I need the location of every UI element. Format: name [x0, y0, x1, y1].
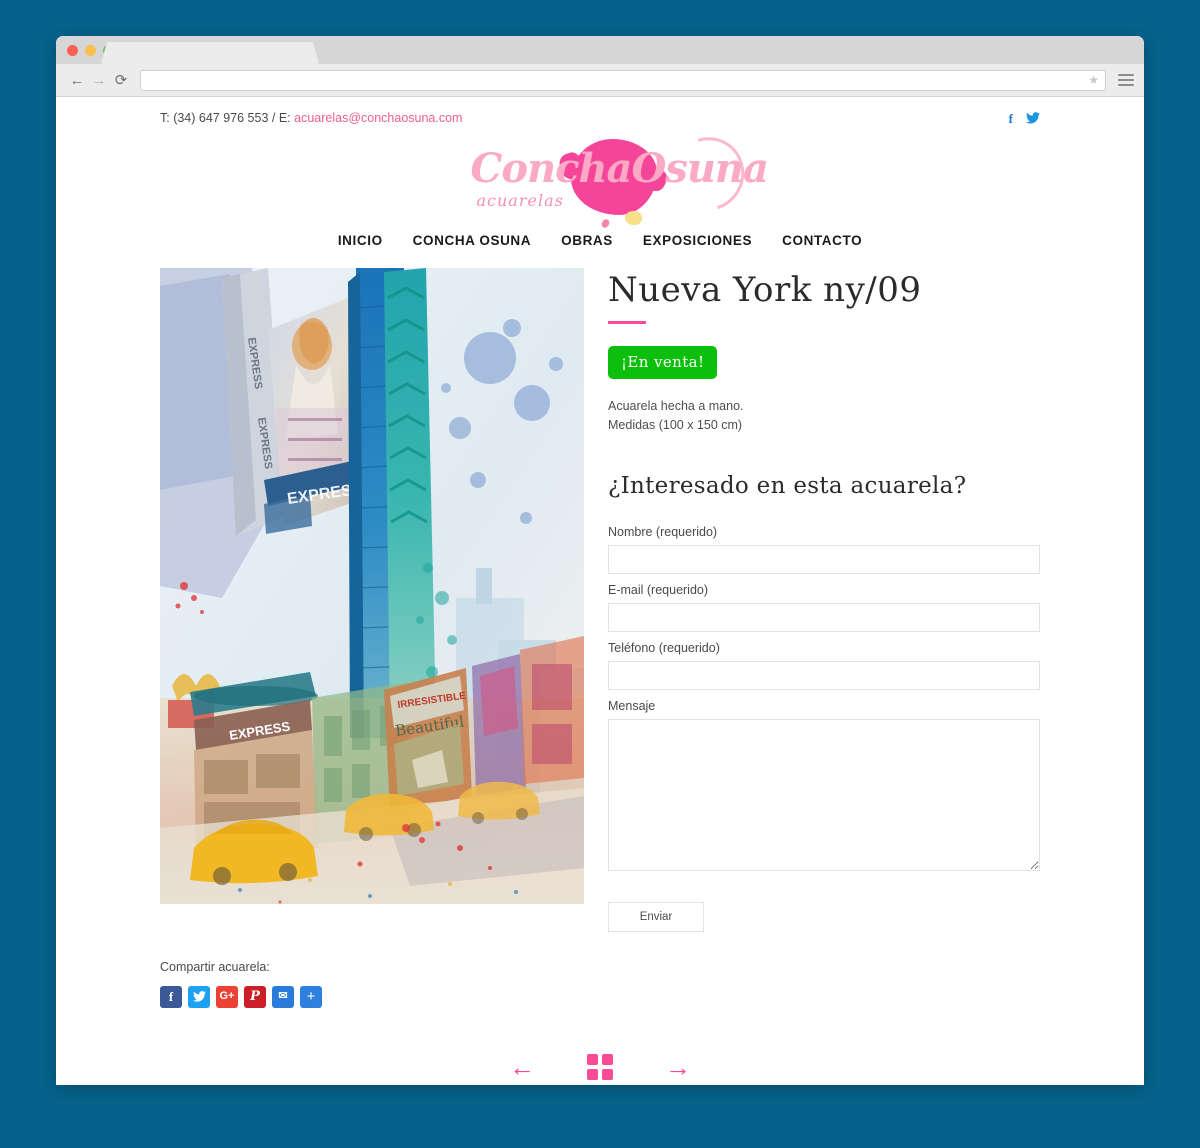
field-email: E-mail (requerido): [608, 583, 1040, 632]
title-underline-accent: [608, 321, 646, 325]
main-navigation[interactable]: INICIO CONCHA OSUNA OBRAS EXPOSICIONES C…: [160, 225, 1040, 268]
share-buttons[interactable]: f G+ P ✉ +: [160, 985, 1040, 1008]
label-nombre: Nombre (requerido): [608, 524, 718, 539]
product-description-line-1: Acuarela hecha a mano.: [608, 399, 744, 414]
product-description: Acuarela hecha a mano. Medidas (100 x 15…: [608, 397, 1040, 435]
minimize-window-button[interactable]: [85, 45, 96, 56]
googleplus-share-icon[interactable]: G+: [216, 985, 238, 1008]
arrow-right-icon[interactable]: →: [665, 1054, 691, 1080]
page-title: Nueva York ny/09: [608, 270, 922, 310]
browser-window: ← → ⟳ ★ T: (34) 647 976 553 / E: acuarel…: [56, 36, 1144, 1085]
artwork-illustration: EXPRESS EXPRESS EXPRESS EXPRESS IRRESIST…: [160, 268, 584, 904]
arrow-left-icon[interactable]: ←: [509, 1054, 535, 1080]
nav-item-concha-osuna[interactable]: CONCHA OSUNA: [413, 233, 531, 248]
more-share-icon[interactable]: +: [300, 985, 322, 1008]
logo-tagline-text: acuarelas: [476, 191, 564, 210]
label-email: E-mail (requerido): [608, 582, 709, 597]
field-telefono: Teléfono (requerido): [608, 641, 1040, 690]
nombre-input[interactable]: [608, 544, 1040, 574]
facebook-share-icon[interactable]: f: [160, 985, 182, 1008]
field-mensaje: Mensaje: [608, 699, 1040, 876]
header-social-links[interactable]: f: [1009, 112, 1040, 125]
browser-toolbar: ← → ⟳ ★: [56, 64, 1144, 97]
mensaje-textarea[interactable]: [608, 718, 1040, 871]
nav-item-contacto[interactable]: CONTACTO: [782, 233, 862, 248]
star-icon[interactable]: ★: [1088, 73, 1099, 87]
back-arrow-icon[interactable]: ←: [66, 69, 88, 91]
logo-name-text: ConchaOsuna: [470, 145, 769, 192]
submit-button[interactable]: Enviar: [608, 901, 704, 932]
share-section: Compartir acuarela: f G+ P ✉ +: [160, 960, 1040, 1008]
share-label: Compartir acuarela:: [160, 959, 270, 974]
contact-info: T: (34) 647 976 553 / E: acuarelas@conch…: [160, 111, 462, 125]
twitter-icon[interactable]: [1026, 112, 1040, 124]
contact-email-link[interactable]: acuarelas@conchaosuna.com: [294, 111, 462, 125]
product-details: Nueva York ny/09 ¡En venta! Acuarela hec…: [608, 268, 1040, 932]
site-logo[interactable]: ConchaOsuna acuarelas: [160, 124, 1040, 230]
email-share-icon[interactable]: ✉: [272, 985, 294, 1008]
artwork-pager[interactable]: ← →: [160, 1053, 1040, 1080]
pinterest-share-icon[interactable]: P: [244, 985, 266, 1008]
product-description-line-2: Medidas (100 x 150 cm): [608, 418, 743, 433]
reload-icon[interactable]: ⟳: [110, 69, 132, 91]
page-body: T: (34) 647 976 553 / E: acuarelas@conch…: [56, 97, 1144, 1085]
telefono-input[interactable]: [608, 660, 1040, 690]
field-nombre: Nombre (requerido): [608, 525, 1040, 574]
browser-titlebar: [56, 36, 1144, 64]
label-mensaje: Mensaje: [608, 698, 656, 713]
close-window-button[interactable]: [67, 45, 78, 56]
forward-arrow-icon[interactable]: →: [88, 69, 110, 91]
status-badge: ¡En venta!: [608, 346, 718, 380]
product-content: EXPRESS EXPRESS EXPRESS EXPRESS IRRESIST…: [160, 268, 1040, 932]
nav-item-inicio[interactable]: INICIO: [338, 233, 383, 248]
grid-view-icon[interactable]: [587, 1053, 613, 1080]
contact-form: Nombre (requerido) E-mail (requerido) Te…: [608, 525, 1040, 932]
twitter-share-icon[interactable]: [188, 985, 210, 1008]
hamburger-menu-icon[interactable]: [1118, 74, 1134, 86]
contact-phone-text: T: (34) 647 976 553 / E:: [160, 111, 295, 125]
artwork-image[interactable]: EXPRESS EXPRESS EXPRESS EXPRESS IRRESIST…: [160, 268, 584, 904]
logo-yellow-blob: [624, 211, 642, 225]
address-bar[interactable]: ★: [140, 69, 1106, 91]
top-contact-bar: T: (34) 647 976 553 / E: acuarelas@conch…: [160, 97, 1040, 125]
nav-item-obras[interactable]: OBRAS: [561, 233, 613, 248]
label-telefono: Teléfono (requerido): [608, 640, 720, 655]
browser-tab[interactable]: [110, 42, 310, 64]
nav-item-exposiciones[interactable]: EXPOSICIONES: [643, 233, 752, 248]
facebook-icon[interactable]: f: [1009, 112, 1013, 125]
contact-form-heading: ¿Interesado en esta acuarela?: [608, 472, 967, 499]
page-container: T: (34) 647 976 553 / E: acuarelas@conch…: [160, 97, 1040, 1085]
email-input[interactable]: [608, 602, 1040, 632]
